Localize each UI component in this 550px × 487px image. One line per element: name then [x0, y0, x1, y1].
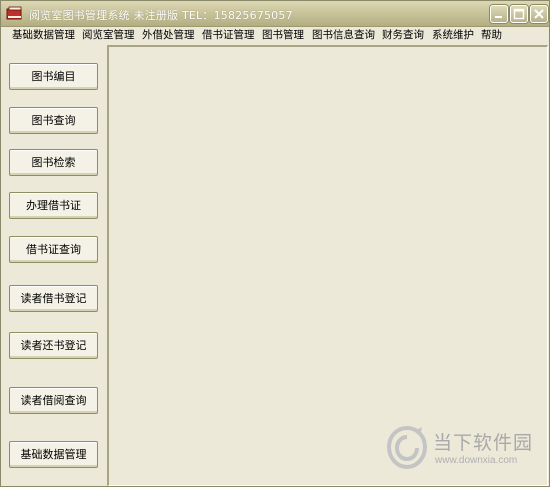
- menu-reading-room[interactable]: 阅览室管理: [81, 27, 136, 43]
- close-icon: [534, 9, 544, 19]
- left-nav-panel: 图书编目 图书查询 图书检索 办理借书证 借书证查询 读者借书登记 读者还书登记…: [1, 45, 106, 486]
- minimize-icon: [495, 16, 502, 18]
- menu-book-management[interactable]: 图书管理: [261, 27, 305, 43]
- menu-bar: 基础数据管理 阅览室管理 外借处管理 借书证管理 图书管理 图书信息查询 财务查…: [1, 27, 549, 43]
- reader-return-register-button[interactable]: 读者还书登记: [9, 332, 98, 359]
- window-title: 阅览室图书管理系统 未注册版 TEL：15825675057: [29, 9, 293, 22]
- watermark-url: www.downxia.com: [435, 455, 518, 466]
- menu-basic-data[interactable]: 基础数据管理: [11, 27, 76, 43]
- basic-data-management-button[interactable]: 基础数据管理: [9, 441, 98, 468]
- menu-library-card[interactable]: 借书证管理: [201, 27, 256, 43]
- maximize-button[interactable]: [510, 5, 528, 23]
- issue-library-card-button[interactable]: 办理借书证: [9, 192, 98, 219]
- library-card-query-button[interactable]: 借书证查询: [9, 236, 98, 263]
- watermark-title: 当下软件园: [433, 432, 534, 454]
- app-window: 阅览室图书管理系统 未注册版 TEL：15825675057 基础数据管理 阅览…: [0, 0, 550, 487]
- maximize-icon: [513, 8, 525, 20]
- reader-borrow-register-button[interactable]: 读者借书登记: [9, 285, 98, 312]
- title-bar[interactable]: 阅览室图书管理系统 未注册版 TEL：15825675057: [1, 1, 549, 27]
- menu-finance-query[interactable]: 财务查询: [381, 27, 425, 43]
- menu-book-info-query[interactable]: 图书信息查询: [311, 27, 376, 43]
- reader-borrow-query-button[interactable]: 读者借阅查询: [9, 387, 98, 414]
- book-cataloging-button[interactable]: 图书编目: [9, 63, 98, 90]
- minimize-button[interactable]: [490, 5, 508, 23]
- menu-lending-desk[interactable]: 外借处管理: [141, 27, 196, 43]
- book-search-button[interactable]: 图书检索: [9, 149, 98, 176]
- menu-help[interactable]: 帮助: [480, 27, 503, 43]
- menu-system-maintenance[interactable]: 系统维护: [431, 27, 475, 43]
- book-app-icon: [6, 6, 22, 20]
- close-button[interactable]: [530, 5, 548, 23]
- book-query-button[interactable]: 图书查询: [9, 107, 98, 134]
- downxia-logo-icon: [386, 425, 428, 470]
- main-content-area: [107, 45, 548, 486]
